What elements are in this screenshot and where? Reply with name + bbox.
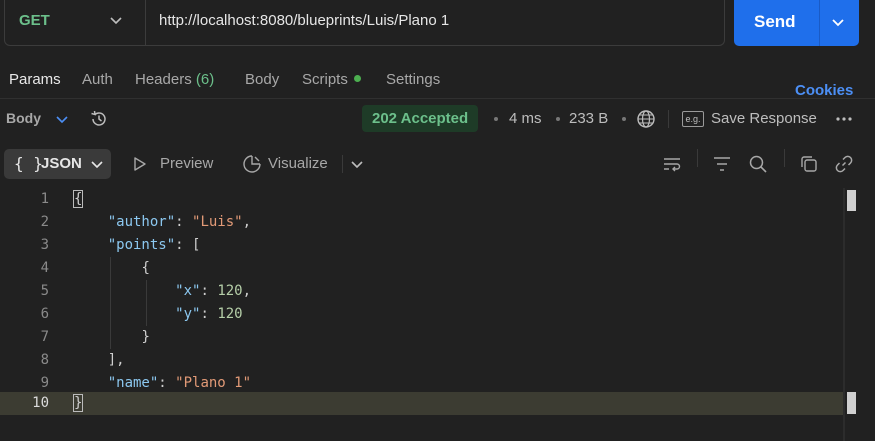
json-string-value: "Plano 1" xyxy=(175,375,252,391)
filter-icon[interactable] xyxy=(712,154,732,174)
code-text: { xyxy=(72,190,84,208)
separator-dot xyxy=(622,117,626,121)
chevron-down-icon[interactable] xyxy=(830,14,846,30)
response-view-toolbar: { } JSON Preview Visualize xyxy=(0,147,875,181)
tab-headers-label: Headers xyxy=(135,71,192,88)
divider xyxy=(668,110,669,128)
line-number: 10 xyxy=(32,395,49,411)
scripts-indicator-dot xyxy=(353,75,361,82)
code-line: 5 "x": 120, xyxy=(0,280,845,303)
more-options-icon[interactable] xyxy=(834,109,854,129)
line-number: 1 xyxy=(40,191,49,207)
json-number-value: 120 xyxy=(217,283,243,299)
code-line: 4 { xyxy=(0,257,845,280)
separator-dot xyxy=(556,117,560,121)
code-text: "author": "Luis", xyxy=(107,214,252,230)
tab-headers[interactable]: Headers (6) xyxy=(135,71,214,88)
send-button-label[interactable]: Send xyxy=(754,12,796,32)
code-line-current: 10 } xyxy=(0,392,845,415)
chevron-down-icon[interactable] xyxy=(55,112,69,126)
response-body-dropdown[interactable]: Body xyxy=(6,110,41,126)
headers-count-badge: (6) xyxy=(195,71,215,88)
status-badge[interactable]: 202 Accepted xyxy=(362,105,479,132)
code-line: 1 { xyxy=(0,188,845,211)
tab-params[interactable]: Params xyxy=(9,71,61,88)
separator-dot xyxy=(494,117,498,121)
code-text: { xyxy=(141,260,150,276)
visualize-button[interactable]: Visualize xyxy=(268,155,328,172)
visualize-icon[interactable] xyxy=(241,153,263,175)
url-input[interactable]: http://localhost:8080/blueprints/Luis/Pl… xyxy=(159,12,449,29)
response-body-editor[interactable]: 1 { 2 "author": "Luis", 3 "points": [ 4 … xyxy=(0,188,875,441)
send-button[interactable]: Send xyxy=(734,0,859,46)
copy-icon[interactable] xyxy=(799,154,819,174)
json-string-value: "Luis" xyxy=(192,214,243,230)
save-example-icon[interactable]: e.g. xyxy=(682,111,704,127)
link-icon[interactable] xyxy=(834,154,854,174)
json-key: "y" xyxy=(175,306,201,322)
json-key: "author" xyxy=(107,214,176,230)
request-tabs: Params Auth Headers (6) Body Scripts Set… xyxy=(0,68,875,98)
chevron-down-icon[interactable] xyxy=(350,157,364,171)
json-key: "x" xyxy=(175,283,201,299)
method-select[interactable]: GET xyxy=(19,12,50,29)
cookies-link[interactable]: Cookies xyxy=(795,82,853,99)
tab-body[interactable]: Body xyxy=(245,71,279,88)
chevron-down-icon[interactable] xyxy=(109,13,123,27)
code-line: 7 } xyxy=(0,326,845,349)
code-text: ], xyxy=(107,352,125,368)
response-time[interactable]: 4 ms xyxy=(509,110,542,127)
scrollbar-thumb[interactable] xyxy=(847,190,856,211)
divider xyxy=(0,98,875,99)
divider xyxy=(145,0,146,46)
divider xyxy=(342,155,343,173)
json-key: "points" xyxy=(107,237,176,253)
code-text: "points": [ xyxy=(107,237,201,253)
format-label: JSON xyxy=(41,155,82,172)
vertical-scrollbar[interactable] xyxy=(843,188,845,441)
line-number: 7 xyxy=(40,329,49,345)
code-text: } xyxy=(141,329,150,345)
format-dropdown[interactable]: { } JSON xyxy=(4,149,111,179)
code-line: 6 "y": 120 xyxy=(0,303,845,326)
code-text: "x": 120, xyxy=(175,283,252,299)
code-line: 8 ], xyxy=(0,349,845,372)
line-number: 2 xyxy=(40,214,49,230)
tab-settings[interactable]: Settings xyxy=(386,71,440,88)
search-icon[interactable] xyxy=(748,154,768,174)
line-number: 4 xyxy=(40,260,49,276)
scroll-position-marker xyxy=(847,392,856,414)
save-response-button[interactable]: Save Response xyxy=(711,110,817,127)
preview-button[interactable]: Preview xyxy=(160,155,213,172)
response-size[interactable]: 233 B xyxy=(569,110,608,127)
line-number: 8 xyxy=(40,352,49,368)
response-bar: Body 202 Accepted 4 ms 233 B e.g. Save R… xyxy=(0,104,875,134)
code-text: "y": 120 xyxy=(175,306,243,322)
history-icon[interactable] xyxy=(89,109,109,129)
line-number: 6 xyxy=(40,306,49,322)
divider xyxy=(784,149,785,167)
code-text: } xyxy=(72,394,84,412)
divider xyxy=(697,149,698,167)
divider xyxy=(819,0,820,46)
line-number: 5 xyxy=(40,283,49,299)
code-line: 2 "author": "Luis", xyxy=(0,211,845,234)
url-bar: GET http://localhost:8080/blueprints/Lui… xyxy=(4,0,725,46)
line-number: 3 xyxy=(40,237,49,253)
json-key: "name" xyxy=(107,375,159,391)
chevron-down-icon xyxy=(91,161,103,169)
tab-scripts[interactable]: Scripts xyxy=(302,71,361,88)
json-braces-icon: { } xyxy=(14,154,43,173)
play-icon[interactable] xyxy=(133,156,147,172)
tab-auth[interactable]: Auth xyxy=(82,71,113,88)
code-line: 3 "points": [ xyxy=(0,234,845,257)
tab-scripts-label: Scripts xyxy=(302,71,348,88)
wrap-lines-icon[interactable] xyxy=(662,154,682,174)
globe-icon[interactable] xyxy=(636,109,656,129)
json-number-value: 120 xyxy=(217,306,243,322)
